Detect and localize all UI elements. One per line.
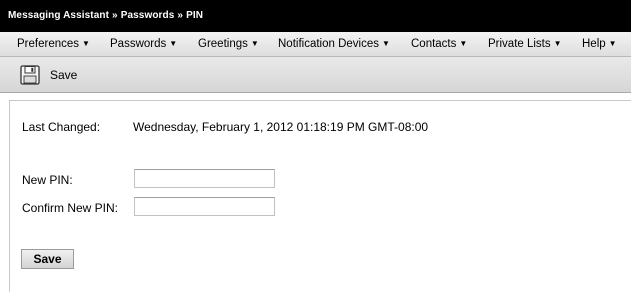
- last-changed-label: Last Changed:: [22, 120, 101, 134]
- new-pin-input[interactable]: [134, 169, 275, 188]
- chevron-down-icon: ▼: [82, 39, 90, 48]
- menu-bar: Preferences ▼ Passwords ▼ Greetings ▼ Notif…: [0, 32, 631, 57]
- menu-private-lists[interactable]: Private Lists ▼: [488, 38, 562, 50]
- pin-form: Last Changed: Wednesday, February 1, 201…: [9, 100, 631, 292]
- confirm-pin-label: Confirm New PIN:: [22, 201, 119, 215]
- chevron-down-icon: ▼: [459, 39, 468, 48]
- menu-greetings[interactable]: Greetings ▼: [198, 38, 259, 50]
- menu-notification-devices[interactable]: Notification Devices ▼: [278, 38, 390, 50]
- breadcrumb-messaging-assistant[interactable]: Messaging Assistant: [8, 10, 109, 21]
- menu-private-lists-label: Private Lists: [488, 38, 551, 50]
- menu-help[interactable]: Help ▼: [582, 38, 617, 50]
- menu-passwords[interactable]: Passwords ▼: [110, 38, 177, 50]
- menu-notification-devices-label: Notification Devices: [278, 38, 379, 50]
- breadcrumb-separator: »: [112, 10, 118, 21]
- breadcrumb: Messaging Assistant» Passwords» PIN: [8, 10, 203, 21]
- menu-contacts-label: Contacts: [411, 38, 457, 50]
- breadcrumb-separator: »: [177, 10, 184, 21]
- menu-contacts[interactable]: Contacts ▼: [411, 38, 467, 50]
- save-button[interactable]: Save: [21, 249, 74, 269]
- chevron-down-icon: ▼: [250, 39, 259, 48]
- breadcrumb-pin: PIN: [186, 10, 204, 21]
- toolbar-save-label: Save: [50, 68, 78, 82]
- menu-greetings-label: Greetings: [198, 38, 248, 50]
- chevron-down-icon: ▼: [381, 39, 390, 48]
- menu-preferences-label: Preferences: [17, 38, 80, 50]
- chevron-down-icon: ▼: [553, 39, 562, 48]
- chevron-down-icon: ▼: [608, 39, 617, 48]
- confirm-pin-input[interactable]: [134, 197, 275, 216]
- menu-passwords-label: Passwords: [110, 38, 167, 50]
- new-pin-label: New PIN:: [22, 173, 73, 187]
- title-bar: Messaging Assistant» Passwords» PIN: [0, 0, 631, 32]
- menu-help-label: Help: [582, 38, 606, 50]
- floppy-disk-icon: [20, 65, 40, 90]
- last-changed-value: Wednesday, February 1, 2012 01:18:19 PM …: [133, 120, 429, 134]
- toolbar: Save: [0, 57, 631, 93]
- chevron-down-icon: ▼: [169, 39, 178, 48]
- breadcrumb-passwords[interactable]: Passwords: [121, 10, 175, 21]
- menu-preferences[interactable]: Preferences ▼: [17, 38, 90, 50]
